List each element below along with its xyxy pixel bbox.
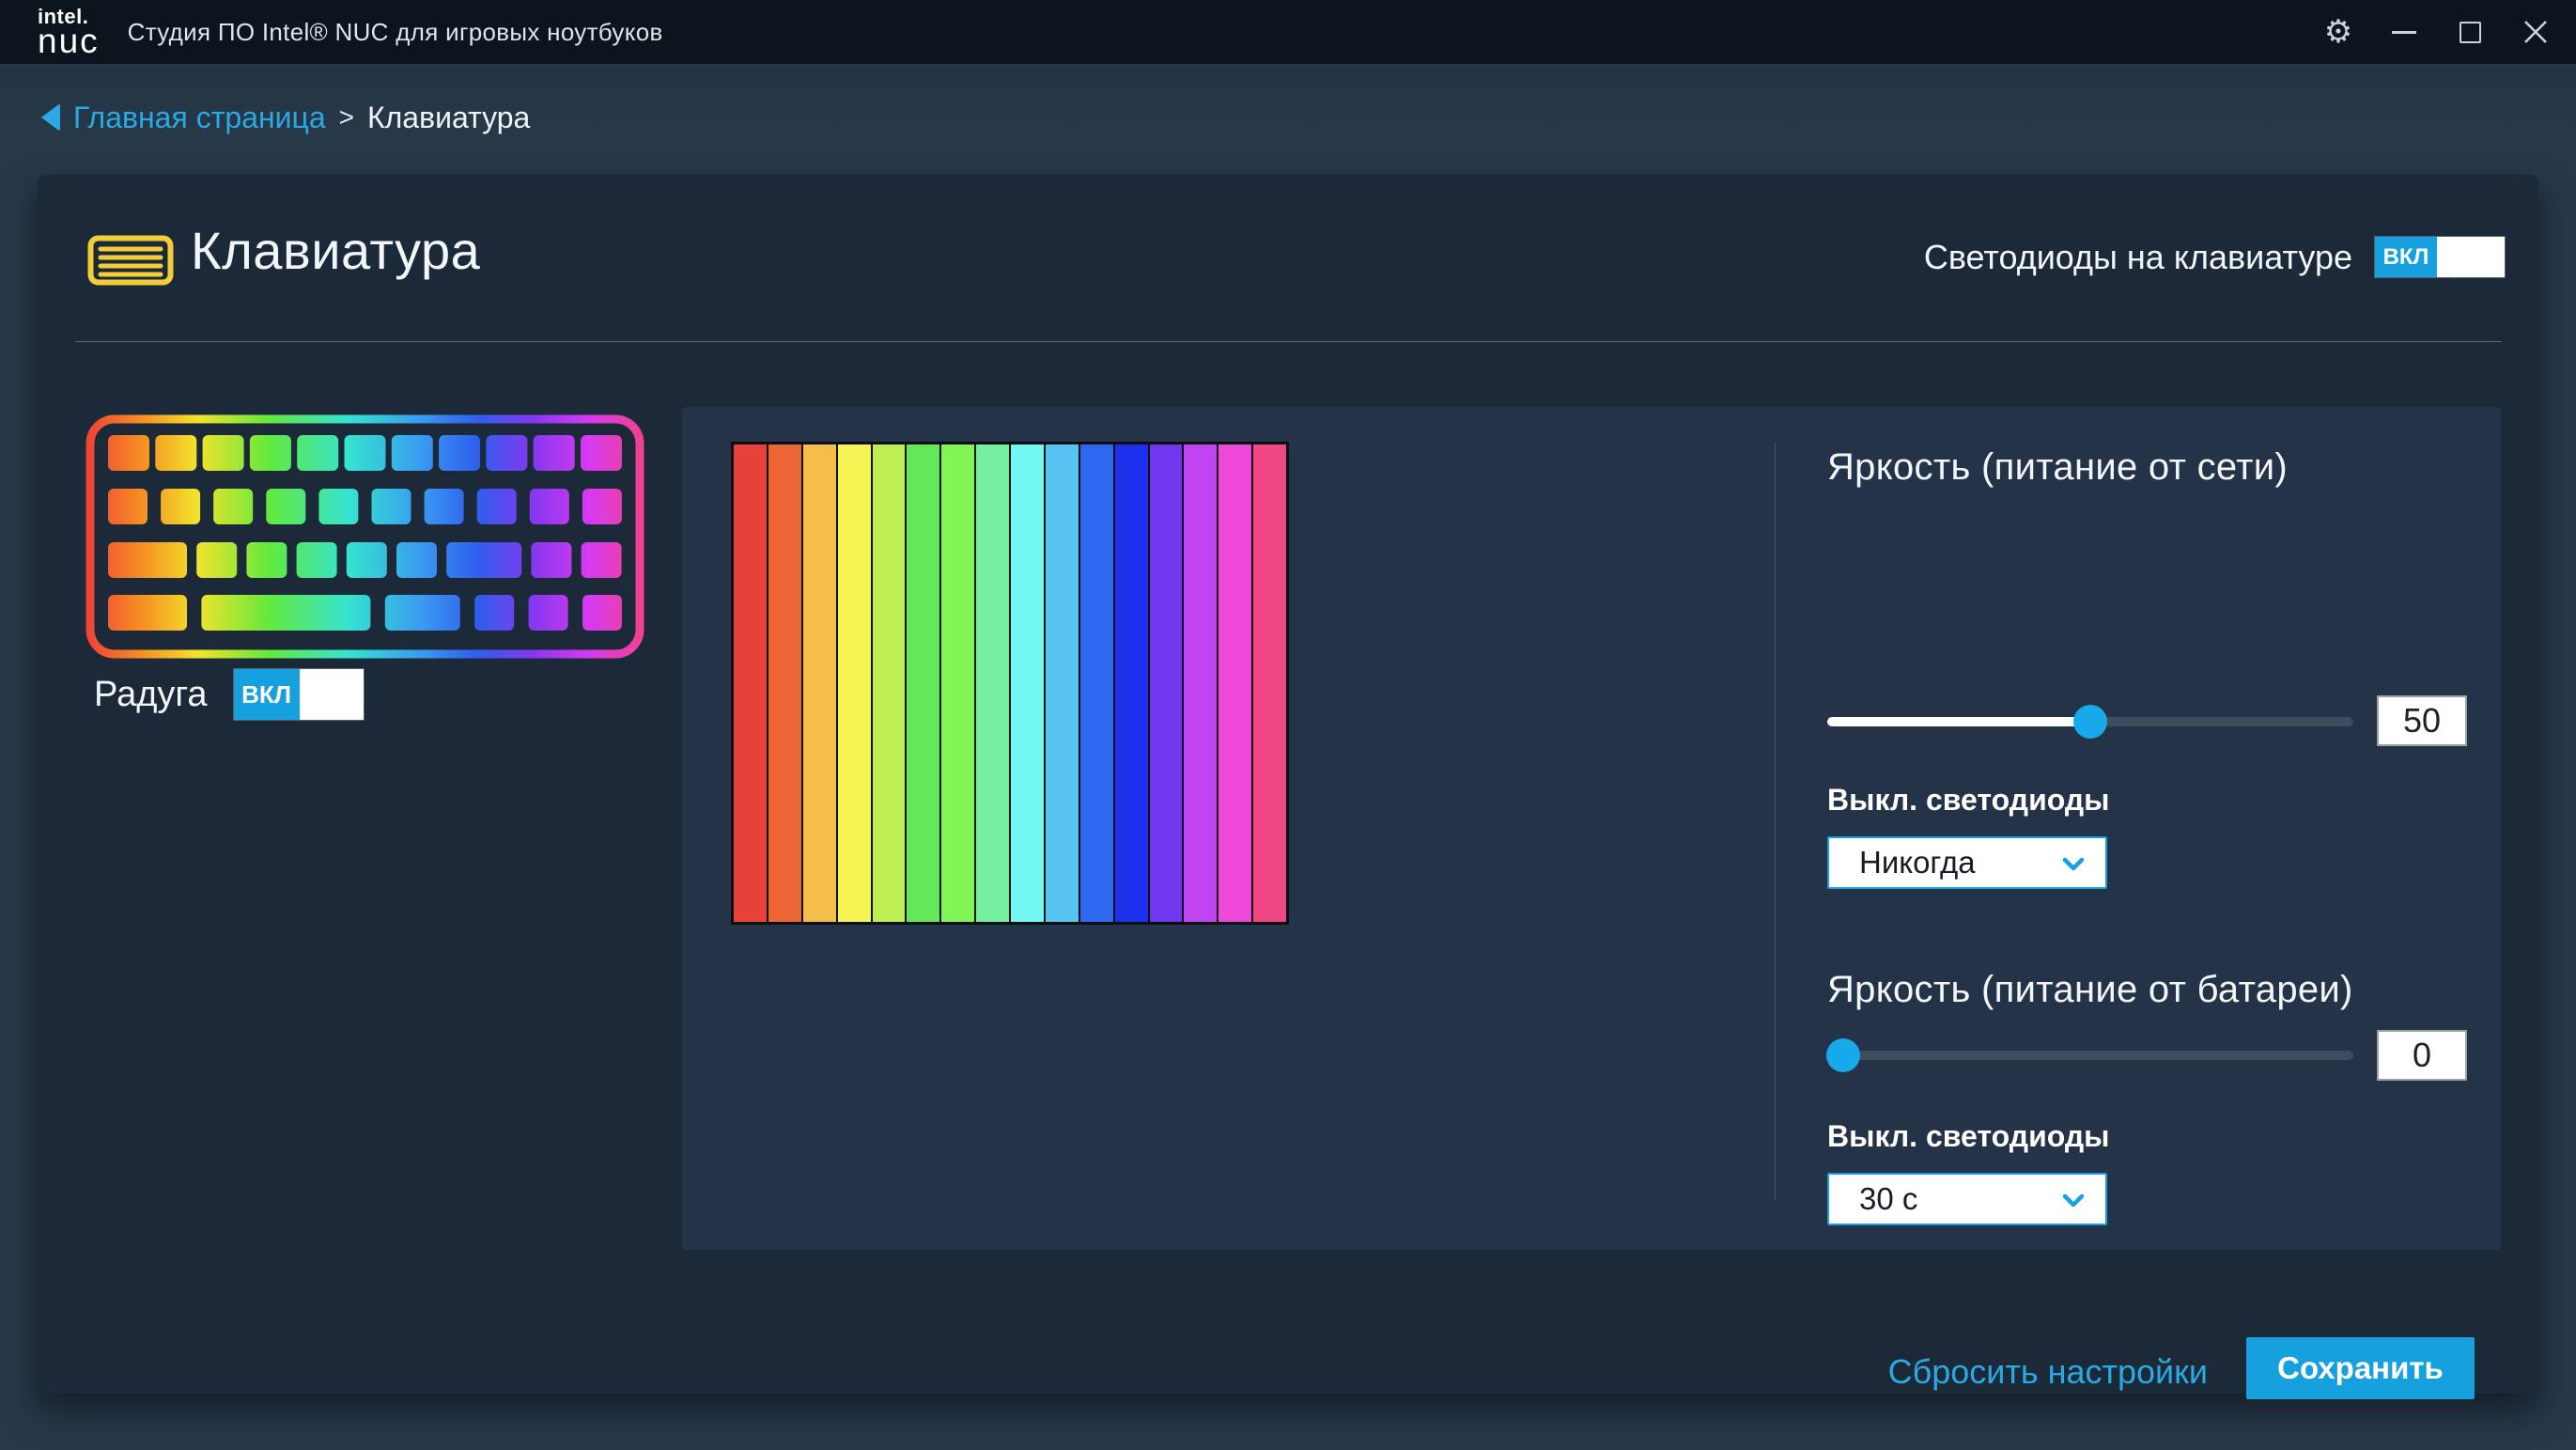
breadcrumb-home-link[interactable]: Главная страница (73, 101, 326, 135)
preview-stripe (734, 444, 767, 922)
toggle-knob (2437, 237, 2505, 277)
preview-stripe (1218, 444, 1251, 922)
keyboard-settings-panel: Клавиатура Светодиоды на клавиатуре ВКЛ … (38, 175, 2538, 1394)
rainbow-keyboard-graphic (85, 414, 644, 659)
window-controls: ⚙ (2305, 0, 2568, 64)
battery-off-leds-label: Выкл. светодиоды (1827, 1119, 2474, 1154)
intel-nuc-logo: intel. nuc (38, 7, 100, 58)
title-bar: intel. nuc Студия ПО Intel® NUC для игро… (0, 0, 2576, 64)
preview-stripe (803, 444, 836, 922)
logo-nuc: nuc (38, 23, 100, 58)
rainbow-preview (731, 442, 1289, 925)
toggle-on-label: ВКЛ (234, 669, 300, 720)
close-icon (2523, 20, 2548, 44)
keyboard-leds-label: Светодиоды на клавиатуре (1924, 238, 2352, 277)
back-arrow-icon[interactable] (41, 103, 60, 132)
preview-stripe (1011, 444, 1044, 922)
page-title: Клавиатура (191, 220, 480, 281)
effect-settings-card: Яркость (питание от сети) 50 Выкл. свето… (682, 407, 2501, 1250)
maximize-icon (2460, 22, 2481, 43)
breadcrumb-separator: > (339, 102, 354, 133)
preview-stripe (1150, 444, 1183, 922)
preview-stripe (1080, 444, 1113, 922)
app-title: Студия ПО Intel® NUC для игровых ноутбук… (128, 18, 663, 47)
preview-stripe (1184, 444, 1217, 922)
ac-brightness-title: Яркость (питание от сети) (1827, 446, 2474, 489)
keyboard-leds-toggle[interactable]: ВКЛ (2375, 237, 2505, 277)
ac-brightness-value[interactable]: 50 (2377, 695, 2467, 746)
preview-stripe (941, 444, 974, 922)
header-divider (75, 341, 2502, 342)
maximize-button[interactable] (2437, 0, 2503, 64)
breadcrumb: Главная страница > Клавиатура (41, 94, 530, 141)
slider-thumb[interactable] (2073, 705, 2107, 739)
chevron-down-icon (2062, 857, 2085, 872)
vertical-divider (1775, 443, 1776, 1201)
preview-stripe (768, 444, 801, 922)
rainbow-toggle[interactable]: ВКЛ (234, 669, 364, 720)
battery-brightness-value[interactable]: 0 (2377, 1030, 2467, 1081)
ac-off-leds-dropdown[interactable]: Никогда (1827, 836, 2107, 889)
slider-thumb[interactable] (1826, 1038, 1860, 1072)
minimize-icon (2392, 31, 2416, 34)
keyboard-icon (87, 235, 174, 286)
slider-fill (1827, 717, 2090, 726)
ac-brightness-slider[interactable] (1827, 705, 2353, 739)
ac-off-leds-label: Выкл. светодиоды (1827, 783, 2474, 818)
preview-stripe (838, 444, 871, 922)
preview-stripe (873, 444, 906, 922)
minimize-button[interactable] (2371, 0, 2437, 64)
breadcrumb-current: Клавиатура (367, 101, 530, 135)
toggle-on-label: ВКЛ (2375, 237, 2437, 277)
preview-stripe (907, 444, 939, 922)
settings-button[interactable]: ⚙ (2305, 0, 2371, 64)
battery-brightness-title: Яркость (питание от батареи) (1827, 969, 2474, 1011)
reset-settings-link[interactable]: Сбросить настройки (1888, 1352, 2208, 1392)
slider-track[interactable] (1827, 1051, 2353, 1060)
rainbow-label: Радуга (94, 675, 208, 715)
gear-icon: ⚙ (2324, 16, 2352, 48)
preview-stripe (1046, 444, 1079, 922)
save-button[interactable]: Сохранить (2246, 1337, 2475, 1399)
close-button[interactable] (2503, 0, 2568, 64)
preview-stripe (1253, 444, 1286, 922)
battery-off-leds-dropdown[interactable]: 30 с (1827, 1173, 2107, 1225)
preview-stripe (976, 444, 1009, 922)
dropdown-value: 30 с (1859, 1181, 1917, 1217)
toggle-knob (300, 669, 364, 720)
battery-brightness-slider[interactable] (1827, 1038, 2353, 1072)
chevron-down-icon (2062, 1193, 2085, 1208)
dropdown-value: Никогда (1859, 845, 1976, 881)
preview-stripe (1115, 444, 1148, 922)
